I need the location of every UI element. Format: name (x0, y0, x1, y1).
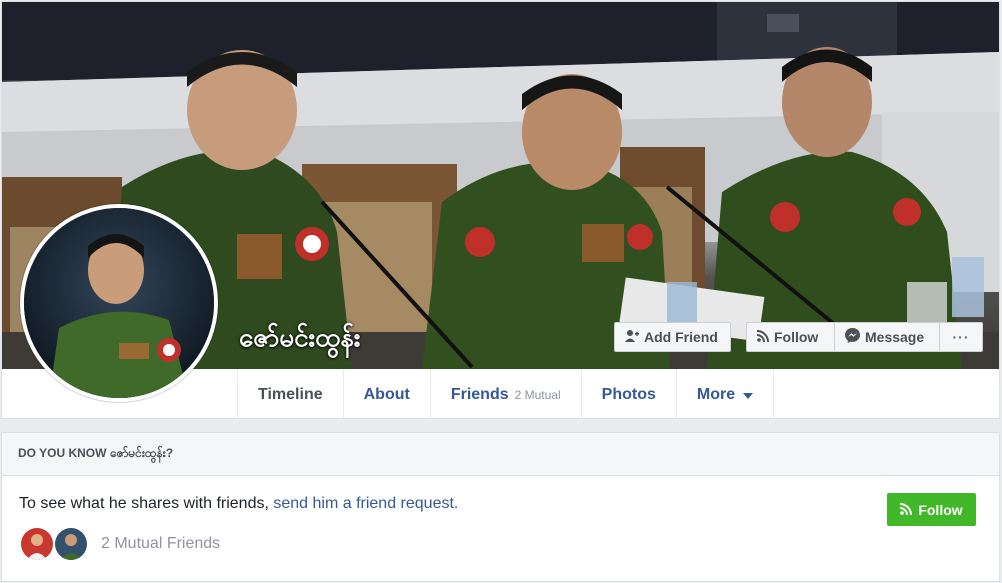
follow-button[interactable]: Follow (746, 322, 835, 352)
rss-icon (900, 502, 913, 518)
follow-button-green[interactable]: Follow (887, 493, 976, 526)
message-button[interactable]: Message (834, 322, 940, 352)
tab-friends-label: Friends (450, 385, 509, 403)
tab-about[interactable]: About (342, 369, 430, 418)
profile-nav: Timeline About Friends 2 Mutual Photos M… (237, 369, 775, 418)
mutual-friends[interactable]: 2 Mutual Friends (19, 526, 220, 562)
add-friend-button[interactable]: Add Friend (614, 322, 731, 352)
add-friend-icon (625, 329, 639, 345)
profile-picture[interactable] (20, 204, 218, 402)
tab-timeline[interactable]: Timeline (237, 369, 343, 418)
mutual-friends-count[interactable]: 2 Mutual Friends (101, 535, 220, 553)
friend-request-prompt: To see what he shares with friends, send… (19, 495, 458, 513)
tab-photos[interactable]: Photos (580, 369, 676, 418)
follow-label: Follow (774, 329, 819, 345)
tab-more-label: More (696, 385, 736, 403)
avatar[interactable] (19, 526, 55, 562)
tab-more[interactable]: More (675, 369, 775, 418)
message-label: Message (865, 329, 925, 345)
prompt-text: To see what he shares with friends, (19, 495, 274, 512)
do-you-know-card: DO YOU KNOW ဇော်မင်းထွန်း? To see what h… (1, 432, 1000, 582)
profile-header: ဇော်မင်းထွန်း Add Friend Follow Message … (1, 1, 1000, 419)
do-you-know-heading: DO YOU KNOW ဇော်မင်းထွန်း? (2, 433, 999, 476)
tab-friends[interactable]: Friends 2 Mutual (429, 369, 581, 418)
do-you-know-body: To see what he shares with friends, send… (2, 476, 999, 582)
more-options-button[interactable]: ··· (939, 322, 983, 352)
tab-about-label: About (363, 385, 410, 403)
rss-icon (756, 329, 769, 345)
caret-down-icon (743, 392, 754, 399)
avatar[interactable] (53, 526, 89, 562)
tab-friends-mutual-count: 2 Mutual (514, 387, 561, 402)
add-friend-label: Add Friend (644, 329, 718, 345)
profile-name[interactable]: ဇော်မင်းထွန်း (239, 320, 360, 359)
profile-image (24, 208, 214, 398)
tab-photos-label: Photos (601, 385, 656, 403)
follow-green-label: Follow (918, 501, 963, 518)
tab-timeline-label: Timeline (258, 385, 323, 403)
send-friend-request-link[interactable]: send him a friend request. (273, 495, 458, 512)
messenger-icon (845, 328, 860, 346)
